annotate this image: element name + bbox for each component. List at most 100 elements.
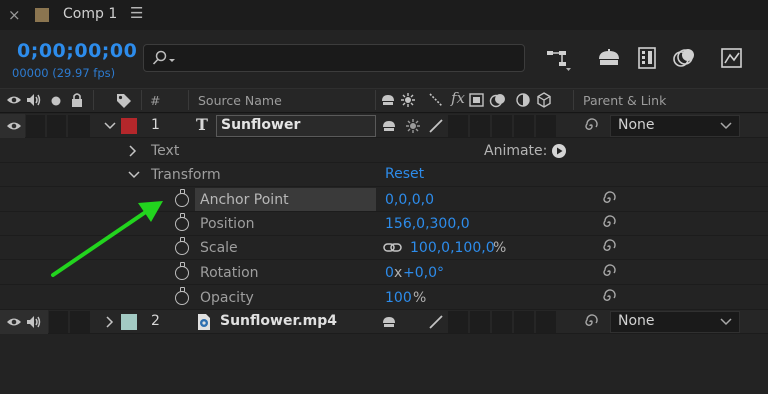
- layer-2-audio-icon[interactable]: [26, 315, 42, 329]
- layer-1-parent-value: None: [618, 117, 655, 133]
- frame-count-display: 00000 (29.97 fps): [12, 66, 116, 80]
- eye-icon: [7, 96, 21, 104]
- layer-2-3d-cell[interactable]: [536, 311, 556, 333]
- layer-1-name[interactable]: Sunflower: [221, 117, 300, 133]
- layer-2-expand-chevron-icon[interactable]: [105, 316, 115, 328]
- layer-2-solo-cell[interactable]: [49, 311, 68, 333]
- transform-reset-link[interactable]: Reset: [385, 166, 424, 182]
- layer-number-header: #: [150, 93, 161, 108]
- layer-2-lock-cell[interactable]: [70, 311, 90, 333]
- parent-link-header: Parent & Link: [583, 93, 667, 108]
- collapse-switch-icon: [401, 93, 415, 107]
- scale-value[interactable]: 100,0,100,0: [410, 240, 495, 256]
- anchor-point-pickwhip-icon[interactable]: [601, 191, 617, 207]
- text-group-label: Text: [151, 143, 180, 159]
- layer-2-parent-chevron-icon: [720, 318, 732, 326]
- transform-chevron-icon[interactable]: [128, 170, 140, 180]
- motion-blur-icon[interactable]: [672, 46, 696, 70]
- transform-label: Transform: [151, 167, 221, 183]
- layer-2-quality-switch-icon[interactable]: [428, 314, 444, 330]
- frame-blend-switch-icon: [469, 93, 484, 107]
- layer-1-fx-cell[interactable]: [448, 115, 468, 137]
- source-name-header[interactable]: Source Name: [198, 93, 282, 108]
- layer-2-frame-blend-cell[interactable]: [470, 311, 490, 333]
- layer-2-parent-value: None: [618, 313, 655, 329]
- rotation-degrees-value[interactable]: +0,0°: [403, 265, 444, 281]
- effects-switch-icon: fx: [451, 89, 466, 107]
- close-tab-icon[interactable]: ×: [8, 6, 21, 24]
- anchor-point-stopwatch-icon[interactable]: [175, 189, 189, 207]
- layer-1-shy-switch-icon[interactable]: [381, 118, 397, 134]
- layer-1-label-color[interactable]: [121, 118, 137, 134]
- layer-1-frame-blend-cell[interactable]: [470, 115, 490, 137]
- opacity-pickwhip-icon[interactable]: [601, 289, 617, 305]
- layer-2-shy-switch-icon[interactable]: [381, 314, 397, 330]
- adjustment-layer-switch-icon: [516, 93, 530, 107]
- rotation-pickwhip-icon[interactable]: [601, 264, 617, 280]
- layer-2-fx-cell[interactable]: [448, 311, 468, 333]
- 3d-layer-switch-icon: [537, 92, 551, 108]
- quality-switch-icon: [429, 93, 443, 107]
- layer-2-adjustment-cell[interactable]: [514, 311, 534, 333]
- annotation-arrow: [51, 201, 163, 277]
- layer-1-parent-chevron-icon: [720, 122, 732, 130]
- shy-layers-icon[interactable]: [596, 47, 622, 71]
- shy-switch-icon: [382, 95, 394, 105]
- layer-1-expand-chevron-icon[interactable]: [104, 121, 116, 131]
- scale-pickwhip-icon[interactable]: [601, 239, 617, 255]
- video-footage-icon: [198, 314, 210, 330]
- comp-flowchart-icon[interactable]: [546, 48, 572, 72]
- anchor-point-label: Anchor Point: [200, 192, 289, 208]
- scale-stopwatch-icon[interactable]: [175, 237, 189, 255]
- layer-2-visibility-icon[interactable]: [6, 316, 22, 328]
- opacity-value[interactable]: 100: [385, 290, 412, 306]
- animate-play-icon[interactable]: [551, 143, 567, 159]
- layer-1-lock-cell[interactable]: [68, 115, 90, 137]
- transform-group-row[interactable]: [0, 163, 768, 187]
- frame-blending-icon[interactable]: [637, 46, 659, 70]
- layer-1-audio-cell[interactable]: [26, 115, 45, 137]
- solo-icon: [51, 96, 61, 106]
- layer-1-motion-blur-cell[interactable]: [492, 115, 512, 137]
- position-stopwatch-icon[interactable]: [175, 213, 189, 231]
- anchor-point-value[interactable]: 0,0,0,0: [385, 192, 434, 208]
- position-value[interactable]: 156,0,300,0: [385, 216, 470, 232]
- text-group-chevron-icon[interactable]: [128, 145, 138, 157]
- text-group-row[interactable]: [0, 139, 768, 163]
- panel-menu-icon[interactable]: ☰: [130, 4, 143, 22]
- label-tag-icon: [117, 94, 131, 108]
- rotation-turns-value[interactable]: 0: [385, 265, 394, 281]
- rotation-x-separator: x: [394, 265, 403, 281]
- constrain-proportions-link-icon[interactable]: [383, 242, 403, 254]
- graph-editor-icon[interactable]: [720, 46, 744, 70]
- lock-icon: [72, 93, 82, 107]
- layer-2-name[interactable]: Sunflower.mp4: [220, 313, 337, 329]
- layer-2-motion-blur-cell[interactable]: [492, 311, 512, 333]
- layer-1-collapse-switch-icon[interactable]: [405, 118, 421, 134]
- search-input[interactable]: [143, 44, 525, 72]
- layer-1-number: 1: [151, 117, 160, 133]
- layer-1-quality-switch-icon[interactable]: [428, 118, 444, 134]
- layer-2-label-color[interactable]: [121, 314, 137, 330]
- current-time-display[interactable]: 0;00;00;00: [17, 40, 137, 62]
- scale-unit: %: [493, 240, 507, 256]
- layer-2-number: 2: [151, 313, 160, 329]
- position-label: Position: [200, 216, 255, 232]
- animate-label[interactable]: Animate:: [484, 143, 547, 159]
- layer-1-solo-cell[interactable]: [47, 115, 66, 137]
- layer-1-3d-cell[interactable]: [536, 115, 556, 137]
- layer-2-pickwhip-icon[interactable]: [583, 314, 599, 330]
- layer-1-adjustment-cell[interactable]: [514, 115, 534, 137]
- comp-color-swatch: [35, 8, 49, 22]
- motion-blur-switch-icon: [489, 94, 505, 108]
- layer-1-pickwhip-icon[interactable]: [583, 118, 599, 134]
- layer-1-visibility-icon[interactable]: [6, 120, 22, 132]
- position-pickwhip-icon[interactable]: [601, 215, 617, 231]
- opacity-stopwatch-icon[interactable]: [175, 287, 189, 305]
- tab-title[interactable]: Comp 1: [63, 6, 117, 22]
- opacity-row[interactable]: [0, 286, 768, 310]
- opacity-label: Opacity: [200, 290, 254, 306]
- opacity-unit: %: [413, 290, 427, 306]
- rotation-stopwatch-icon[interactable]: [175, 262, 189, 280]
- text-layer-type-icon: T: [196, 115, 208, 134]
